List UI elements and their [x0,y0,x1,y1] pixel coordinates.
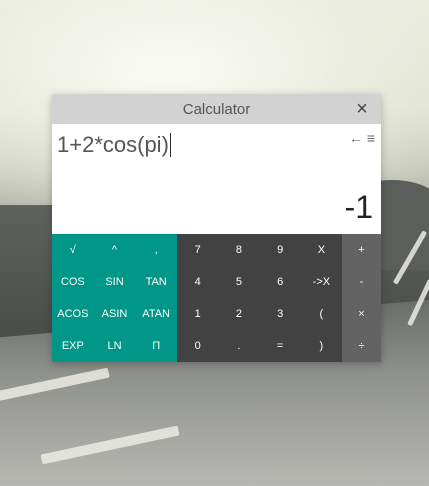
key-cos[interactable]: COS [52,266,94,298]
key-sin[interactable]: SIN [94,266,136,298]
key-6[interactable]: 6 [260,266,301,298]
key-5[interactable]: 5 [218,266,259,298]
expression-input[interactable]: 1+2*cos(pi) [57,132,171,158]
function-keypad: √ ^ , COS SIN TAN ACOS ASIN ATAN EXP LN … [52,234,177,362]
key-acos[interactable]: ACOS [52,298,94,330]
key-equals[interactable]: = [260,330,301,362]
keypad: √ ^ , COS SIN TAN ACOS ASIN ATAN EXP LN … [52,234,381,362]
backspace-icon[interactable]: ← [349,130,363,146]
result-value: -1 [344,189,373,225]
window-title: Calculator [182,100,251,118]
key-3[interactable]: 3 [260,298,301,330]
key-asin[interactable]: ASIN [94,298,136,330]
key-multiply[interactable]: × [342,298,381,330]
key-tan[interactable]: TAN [135,266,177,298]
key-store-x[interactable]: ->X [301,266,342,298]
key-decimal[interactable]: . [218,330,259,362]
key-close-paren[interactable]: ) [301,330,342,362]
key-open-paren[interactable]: ( [301,298,342,330]
key-1[interactable]: 1 [177,298,218,330]
close-icon[interactable]: × [351,98,373,120]
key-x[interactable]: X [301,234,342,266]
key-pi[interactable]: Π [135,330,177,362]
key-exp[interactable]: EXP [52,330,94,362]
key-divide[interactable]: ÷ [342,330,381,362]
display-toolbar: ← ≡ [349,130,375,146]
key-comma[interactable]: , [135,234,177,266]
text-cursor [169,133,171,157]
key-power[interactable]: ^ [94,234,136,266]
title-bar[interactable]: Calculator × [52,94,381,124]
key-4[interactable]: 4 [177,266,218,298]
expression-text: 1+2*cos(pi) [57,132,169,157]
key-atan[interactable]: ATAN [135,298,177,330]
display-area: 1+2*cos(pi) ← ≡ -1 [52,124,381,234]
key-sqrt[interactable]: √ [52,234,94,266]
calculator-window: Calculator × 1+2*cos(pi) ← ≡ -1 √ ^ , CO… [52,94,381,362]
key-2[interactable]: 2 [218,298,259,330]
number-keypad: 7 8 9 X 4 5 6 ->X 1 2 3 ( 0 . = ) [177,234,342,362]
key-plus[interactable]: + [342,234,381,266]
operator-keypad: + - × ÷ [342,234,381,362]
key-7[interactable]: 7 [177,234,218,266]
key-9[interactable]: 9 [260,234,301,266]
menu-icon[interactable]: ≡ [367,130,375,146]
key-ln[interactable]: LN [94,330,136,362]
key-minus[interactable]: - [342,266,381,298]
key-0[interactable]: 0 [177,330,218,362]
key-8[interactable]: 8 [218,234,259,266]
